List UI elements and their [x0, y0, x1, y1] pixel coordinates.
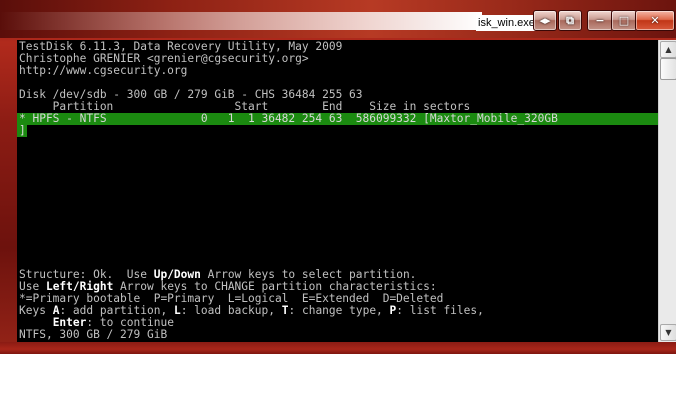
console-line-url: http://www.cgsecurity.org [19, 64, 188, 77]
resize-arrows-button[interactable]: ◂▸ [533, 10, 557, 31]
title-bar[interactable]: isk_win.exe ◂▸ ⧉ − □ ✕ [0, 0, 676, 38]
console-output[interactable]: TestDisk 6.11.3, Data Recovery Utility, … [17, 40, 658, 342]
minimize-icon: − [595, 14, 605, 27]
scroll-down-button[interactable]: ▼ [660, 324, 676, 341]
partition-row-wrap: ] [17, 124, 27, 137]
scroll-up-button[interactable]: ▲ [660, 41, 676, 58]
title-band [0, 12, 482, 30]
resize-arrows-icon: ◂▸ [539, 14, 551, 27]
scroll-down-icon: ▼ [665, 328, 672, 337]
maximize-button[interactable]: □ [611, 10, 637, 31]
maximize-icon: □ [618, 14, 630, 27]
window-bottom-border [0, 342, 676, 354]
scroll-thumb[interactable] [660, 58, 676, 80]
console-window: isk_win.exe ◂▸ ⧉ − □ ✕ TestDisk 6.11.3, … [0, 0, 676, 354]
minimize-button[interactable]: − [587, 10, 613, 31]
popout-button[interactable]: ⧉ [558, 10, 582, 31]
window-title: isk_win.exe [476, 15, 537, 31]
close-button[interactable]: ✕ [635, 10, 675, 31]
desktop-background [0, 354, 676, 400]
close-icon: ✕ [650, 14, 660, 27]
partition-row-selected[interactable]: * HPFS - NTFS 0 1 1 36482 254 63 5860993… [17, 113, 658, 125]
vertical-scrollbar[interactable]: ▲ ▼ [658, 40, 676, 342]
scroll-up-icon: ▲ [665, 45, 672, 54]
status-line-fs: NTFS, 300 GB / 279 GiB [19, 328, 168, 341]
popout-icon: ⧉ [566, 14, 574, 27]
